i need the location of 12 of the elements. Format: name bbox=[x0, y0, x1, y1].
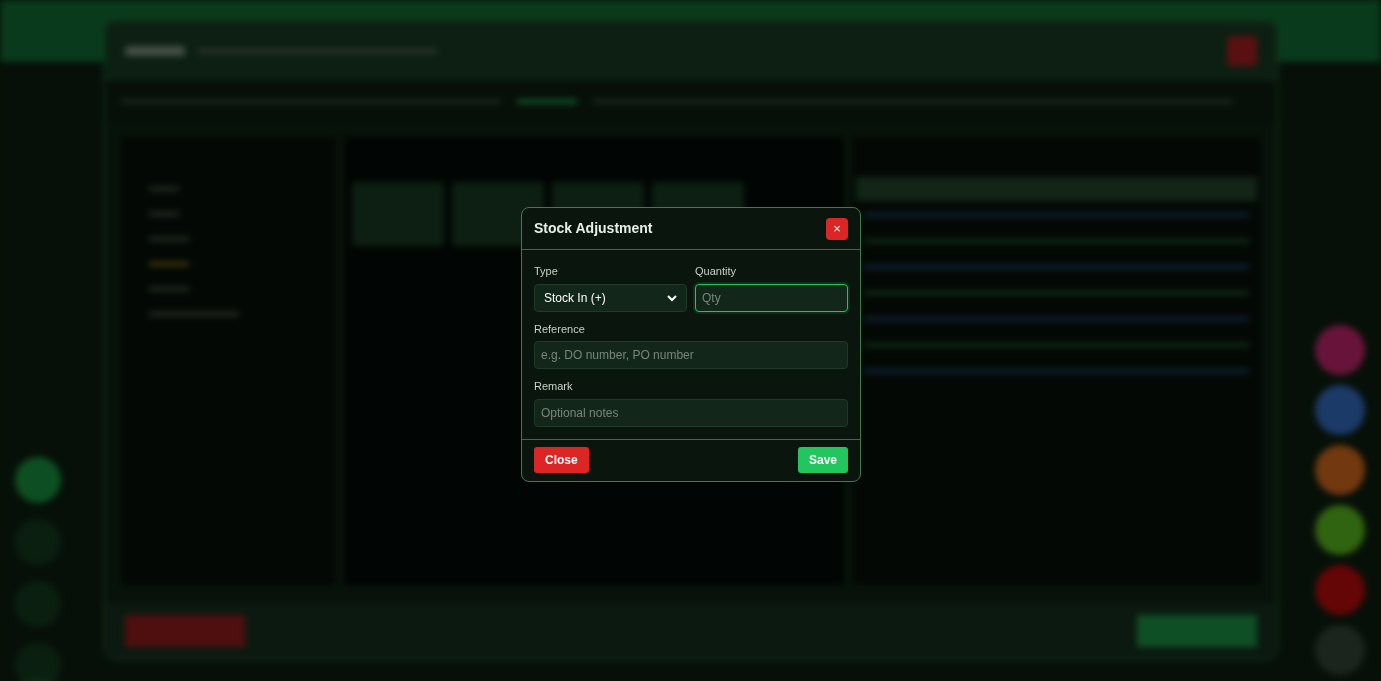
type-select[interactable]: Stock In (+) bbox=[534, 283, 687, 312]
field-label: Reference bbox=[534, 321, 586, 337]
text-field[interactable]: Qty bbox=[695, 283, 848, 312]
text-field[interactable]: Optional notes bbox=[534, 398, 848, 427]
chevron-down-icon bbox=[667, 293, 677, 302]
close-button[interactable]: Close bbox=[534, 447, 589, 473]
close-button[interactable]: × bbox=[826, 217, 848, 240]
field-label: Type bbox=[534, 264, 559, 279]
text-field[interactable]: e.g. DO number, PO number bbox=[534, 341, 848, 369]
dialog-title: Stock Adjustment bbox=[534, 219, 653, 238]
field-label: Remark bbox=[534, 379, 574, 394]
field-label: Quantity bbox=[695, 264, 737, 279]
